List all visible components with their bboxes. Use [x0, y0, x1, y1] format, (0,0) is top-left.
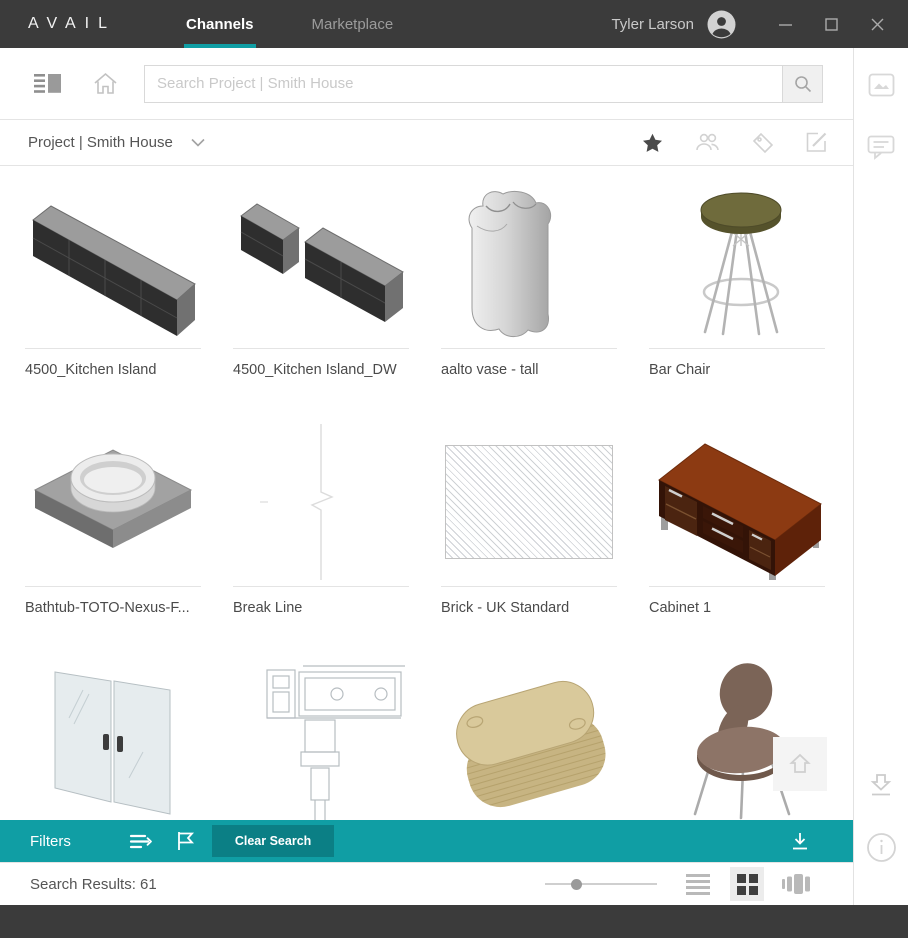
- status-bar: Search Results: 61: [0, 862, 853, 905]
- search-toolbar: [0, 48, 853, 120]
- asset-card[interactable]: [441, 656, 617, 820]
- thumb-detail-drawing: [233, 656, 409, 820]
- tag-icon[interactable]: [752, 132, 774, 154]
- tab-channels-label: Channels: [185, 15, 254, 33]
- asset-grid-area: 4500_Kitchen Island 4500_Kitchen Island_…: [0, 166, 853, 820]
- scroll-top-icon: [787, 751, 813, 777]
- thumbnail-size-slider[interactable]: [545, 877, 657, 891]
- download-icon[interactable]: [791, 832, 809, 851]
- chevron-down-icon: [191, 138, 205, 147]
- thumb-bar-chair: [649, 180, 825, 348]
- edit-icon[interactable]: [806, 132, 827, 153]
- project-actions: [642, 132, 827, 154]
- flag-icon[interactable]: [177, 831, 194, 851]
- carousel-view-icon: [782, 872, 810, 896]
- project-bar: Project | Smith House: [0, 120, 853, 166]
- search-results-count: Search Results: 61: [30, 875, 157, 893]
- card-label: Bathtub-TOTO-Nexus-F...: [25, 600, 190, 616]
- thumb-kitchen-island: [25, 180, 201, 348]
- right-sidebar: [853, 48, 908, 905]
- card-label: Bar Chair: [649, 362, 711, 378]
- user-menu[interactable]: Tyler Larson: [611, 0, 736, 48]
- sidebar-bottom-group: [866, 773, 897, 863]
- card-divider: [233, 586, 409, 587]
- list-view-icon: [686, 873, 710, 895]
- asset-card[interactable]: Brick - UK Standard: [441, 418, 617, 656]
- comment-icon[interactable]: [867, 135, 895, 160]
- avatar-icon: [707, 10, 736, 39]
- home-icon[interactable]: [93, 72, 118, 95]
- zoom-slider-thumb[interactable]: [571, 879, 583, 890]
- avail-logo: AVAIL: [28, 15, 116, 32]
- titlebar: AVAIL Channels Marketplace Tyler Larson: [0, 0, 908, 48]
- asset-card[interactable]: [233, 656, 409, 820]
- thumb-break-line: [233, 418, 409, 586]
- card-label: 4500_Kitchen Island_DW: [233, 362, 397, 378]
- card-divider: [441, 348, 617, 349]
- user-name: Tyler Larson: [611, 15, 694, 33]
- image-icon[interactable]: [868, 73, 895, 97]
- main-tabs: Channels Marketplace: [172, 0, 437, 48]
- project-selector-label: Project | Smith House: [28, 134, 173, 151]
- star-icon[interactable]: [642, 133, 663, 153]
- card-label: 4500_Kitchen Island: [25, 362, 157, 378]
- card-divider: [233, 348, 409, 349]
- clear-search-button[interactable]: Clear Search: [211, 825, 335, 857]
- search-input[interactable]: [145, 65, 782, 102]
- thumb-bathtub: [25, 418, 201, 586]
- close-icon[interactable]: [854, 0, 900, 48]
- thumb-aalto-vase: [441, 180, 617, 348]
- footer-bar: [0, 905, 908, 938]
- tab-channels[interactable]: Channels: [172, 0, 268, 48]
- project-selector[interactable]: Project | Smith House: [28, 134, 205, 151]
- sort-lines-icon[interactable]: [129, 833, 153, 850]
- users-icon[interactable]: [695, 133, 720, 152]
- maximize-icon[interactable]: [808, 0, 854, 48]
- info-icon[interactable]: [866, 832, 897, 863]
- panel-toggle-icon[interactable]: [34, 73, 61, 94]
- card-divider: [25, 348, 201, 349]
- search-icon: [794, 75, 812, 93]
- thumb-kitchen-island-dw: [233, 180, 409, 348]
- minimize-icon[interactable]: [762, 0, 808, 48]
- sidebar-top-group: [867, 73, 895, 160]
- asset-card[interactable]: aalto vase - tall: [441, 180, 617, 418]
- scroll-top-button[interactable]: [773, 737, 827, 791]
- thumb-radiator: [441, 656, 617, 820]
- asset-card[interactable]: Break Line: [233, 418, 409, 656]
- thumb-glass-doors: [25, 656, 201, 820]
- card-label: Brick - UK Standard: [441, 600, 570, 616]
- filters-title: Filters: [30, 832, 71, 850]
- window-controls: [762, 0, 908, 48]
- card-label: aalto vase - tall: [441, 362, 539, 378]
- download-tray-icon[interactable]: [869, 773, 893, 798]
- grid-view-icon: [736, 873, 758, 895]
- thumb-cabinet: [649, 418, 825, 586]
- carousel-view-button[interactable]: [779, 867, 813, 901]
- card-divider: [649, 348, 825, 349]
- asset-grid: 4500_Kitchen Island 4500_Kitchen Island_…: [0, 166, 853, 820]
- card-divider: [441, 586, 617, 587]
- card-label: Cabinet 1: [649, 600, 712, 616]
- asset-card[interactable]: Cabinet 1: [649, 418, 825, 656]
- asset-card[interactable]: 4500_Kitchen Island_DW: [233, 180, 409, 418]
- asset-card[interactable]: 4500_Kitchen Island: [25, 180, 201, 418]
- asset-card[interactable]: Bathtub-TOTO-Nexus-F...: [25, 418, 201, 656]
- card-divider: [649, 586, 825, 587]
- filter-bar: Filters Clear Search: [0, 820, 853, 862]
- list-view-button[interactable]: [681, 867, 715, 901]
- card-label: Break Line: [233, 600, 303, 616]
- slider-track[interactable]: [545, 883, 657, 885]
- tab-marketplace[interactable]: Marketplace: [298, 0, 408, 48]
- asset-card[interactable]: Bar Chair: [649, 180, 825, 418]
- tab-marketplace-label: Marketplace: [311, 15, 394, 33]
- avail-app-window: AVAIL Channels Marketplace Tyler Larson: [0, 0, 908, 938]
- card-divider: [25, 586, 201, 587]
- search-box: [144, 64, 823, 103]
- thumb-brick-hatch: [441, 418, 617, 586]
- grid-view-button[interactable]: [730, 867, 764, 901]
- asset-card[interactable]: [25, 656, 201, 820]
- search-button[interactable]: [782, 65, 822, 102]
